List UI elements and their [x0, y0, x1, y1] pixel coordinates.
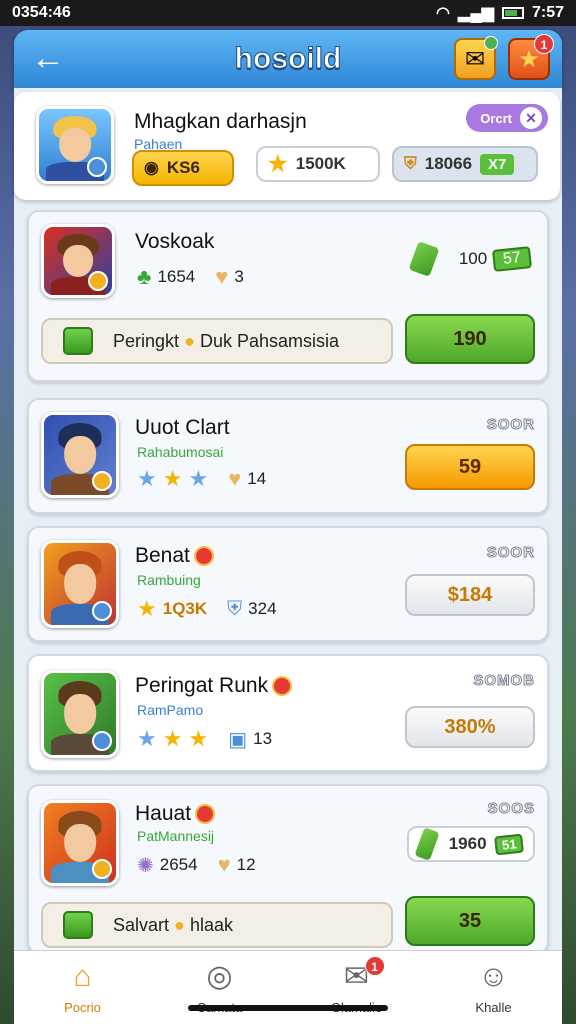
- status-time-left: 0354:46: [12, 4, 71, 21]
- player-subtitle: Rahabumosai: [137, 444, 224, 460]
- gold-counter[interactable]: ◉ KS6: [132, 150, 234, 186]
- action-button[interactable]: 35: [405, 896, 535, 946]
- shield-icon: ⛨: [404, 154, 417, 173]
- cash-tag: 51: [493, 833, 524, 855]
- player-subtitle: Rambuing: [137, 572, 201, 588]
- status-bar: 0354:46 ◠ ▂▄▆ 7:57: [0, 0, 576, 26]
- star-count: 1Q3K: [162, 599, 208, 618]
- star-icon: ★: [137, 726, 157, 751]
- orb-icon: ✺: [137, 854, 154, 877]
- player-card[interactable]: SOOR Uuot Clart Rahabumosai ★ ★ ★ ♥ 14 5…: [27, 398, 549, 514]
- star-icon: ★: [188, 466, 209, 491]
- orb-count: 2654: [159, 855, 198, 874]
- star-icon: ★: [268, 151, 288, 176]
- cash-icon: [414, 827, 440, 861]
- player-card[interactable]: SOMOB Peringat Runk RamPamo ★ ★ ★ ▣ 13 3…: [27, 654, 549, 772]
- close-icon[interactable]: ✕: [520, 107, 542, 129]
- action-button[interactable]: 380%: [405, 706, 535, 748]
- player-avatar: [41, 412, 119, 498]
- heart-count: 12: [236, 855, 256, 874]
- player-subtitle: PatMannesij: [137, 828, 215, 844]
- tab-khalle[interactable]: ☺ Khalle: [444, 960, 544, 1015]
- star-icon: ★: [137, 466, 157, 491]
- wifi-icon: ◠: [436, 5, 451, 22]
- alert-icon: [272, 676, 293, 697]
- heart-count: 14: [247, 469, 267, 488]
- cash-counter: 1960 51: [407, 826, 535, 862]
- player-name: Voskoak: [135, 230, 215, 253]
- action-button[interactable]: $184: [405, 574, 535, 616]
- cube-count: 13: [253, 729, 273, 748]
- clover-count: 1654: [157, 267, 196, 286]
- player-avatar: [41, 800, 119, 886]
- player-name: Hauat: [135, 802, 216, 826]
- action-button[interactable]: 190: [405, 314, 535, 364]
- player-card[interactable]: SOOR Benat Rambuing ★ 1Q3K ⛨ 324 $184: [27, 526, 549, 642]
- cube-icon: [63, 911, 93, 939]
- player-avatar: [41, 670, 119, 758]
- heart-icon: ♥: [215, 264, 229, 289]
- player-card[interactable]: SOOS Hauat PatMannesij ✺ 2654 ♥ 12 1960 …: [27, 784, 549, 954]
- player-card[interactable]: Voskoak ♣ 1654 ♥ 3 100 57 Peringkt ● Duk…: [27, 210, 549, 382]
- tab-home[interactable]: ⌂ Pocrio: [33, 960, 133, 1015]
- compass-icon: ◎: [206, 960, 233, 993]
- back-arrow-icon: ←: [31, 39, 65, 77]
- player-name: Peringat Runk: [135, 674, 293, 698]
- status-time-right: 7:57: [531, 4, 564, 21]
- player-code: SOMOB: [473, 672, 535, 690]
- player-subtitle: RamPamo: [137, 702, 204, 718]
- back-button[interactable]: ←: [28, 38, 68, 78]
- signal-icon: ▂▄▆: [458, 5, 494, 22]
- home-icon: ⌂: [73, 960, 92, 993]
- player-name: Uuot Clart: [135, 416, 230, 439]
- page-title: hosoild: [234, 42, 342, 76]
- gem-counter[interactable]: ⛨ 18066 X7: [392, 146, 538, 182]
- star-icon: ★: [162, 726, 183, 751]
- profile-card: Mhagkan darhasjn Pahaen ◉ KS6 ★ 1500K ⛨ …: [14, 92, 560, 200]
- star-icon: ★: [162, 466, 183, 491]
- star-icon: ★: [137, 596, 157, 621]
- tab-badge: 1: [364, 956, 385, 976]
- level-tag: X7: [480, 153, 515, 175]
- favorites-badge: 1: [534, 34, 554, 54]
- profile-avatar[interactable]: [36, 106, 114, 184]
- clover-icon: ♣: [137, 264, 152, 289]
- home-indicator[interactable]: [188, 1005, 388, 1011]
- cash-amount: 1960: [448, 834, 487, 853]
- player-name: Benat: [135, 544, 214, 568]
- heart-count: 3: [234, 267, 244, 286]
- star-icon: ★: [188, 726, 209, 751]
- shield-icon: ⛨: [227, 597, 243, 620]
- coin-stack-icon: ◉: [144, 158, 159, 177]
- action-field[interactable]: Peringkt ● Duk Pahsamsisia: [41, 318, 393, 364]
- favorites-button[interactable]: ★ 1: [508, 34, 554, 80]
- heart-icon: ♥: [217, 852, 231, 877]
- orcrt-chip[interactable]: Orcrt ✕: [466, 104, 548, 132]
- notification-dot: [484, 36, 498, 50]
- app-header: ← hosoild ✉ ★ 1: [14, 30, 562, 88]
- cube-icon: [63, 327, 93, 355]
- bottom-tab-bar: ⌂ Pocrio ◎ Camata ✉ 1 Glamalie ☺ Khalle: [14, 950, 562, 1024]
- action-button[interactable]: 59: [405, 444, 535, 490]
- cash-tag: 57: [492, 246, 533, 272]
- alert-icon: [195, 804, 216, 825]
- player-code: SOOS: [487, 800, 535, 818]
- player-code: SOOR: [486, 544, 535, 562]
- shield-count: 324: [248, 599, 277, 618]
- battery-icon: [501, 7, 524, 19]
- user-icon: ☺: [478, 960, 509, 993]
- player-avatar: [41, 540, 119, 628]
- action-field[interactable]: Salvart ● hlaak: [41, 902, 393, 948]
- player-code: SOOR: [486, 416, 535, 434]
- profile-name: Mhagkan darhasjn: [134, 110, 307, 133]
- mail-button[interactable]: ✉: [454, 36, 498, 80]
- envelope-icon: ✉: [464, 45, 486, 73]
- cash-amount: 100: [458, 249, 488, 268]
- player-avatar: [41, 224, 115, 298]
- star-counter[interactable]: ★ 1500K: [256, 146, 380, 182]
- cube-icon: ▣: [228, 728, 248, 751]
- heart-icon: ♥: [228, 466, 242, 491]
- cash-icon: [408, 241, 440, 277]
- alert-icon: [193, 546, 214, 567]
